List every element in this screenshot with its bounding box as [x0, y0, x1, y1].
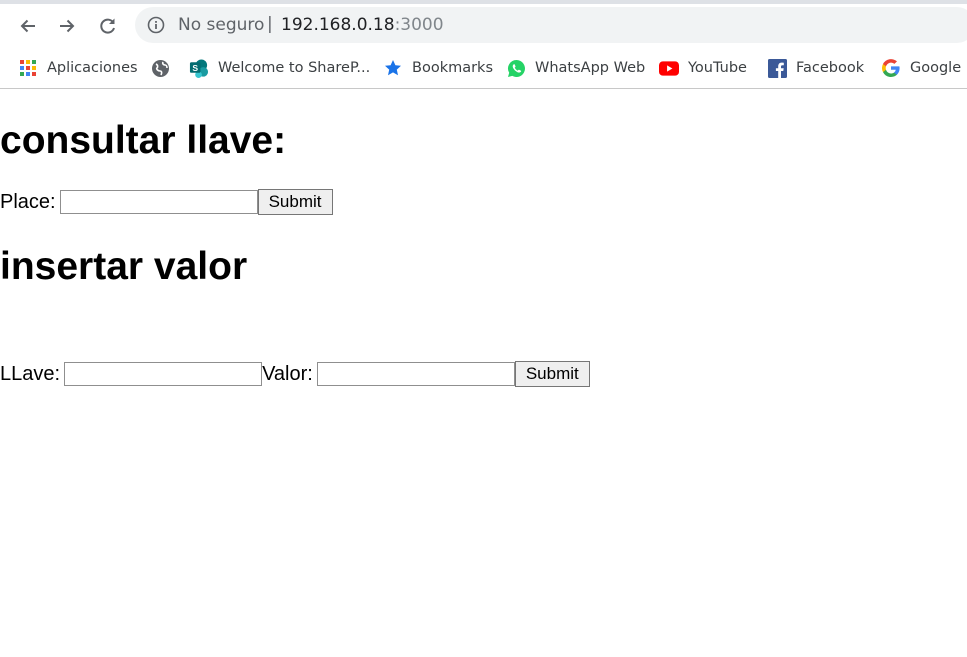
bookmark-globe[interactable]: [150, 56, 179, 80]
bookmarks-bar: Aplicaciones S Welcome to ShareP... Book…: [0, 48, 967, 89]
google-icon: [881, 58, 901, 78]
consult-form: Place: Submit: [0, 189, 333, 215]
url-text[interactable]: 192.168.0.18:3000: [281, 15, 444, 35]
address-separator: |: [267, 14, 273, 34]
apps-grid-icon: [18, 58, 38, 78]
consult-submit-button[interactable]: Submit: [257, 189, 333, 215]
bookmark-apps[interactable]: Aplicaciones: [18, 56, 138, 80]
globe-icon: [150, 58, 170, 78]
key-input[interactable]: [64, 362, 263, 386]
svg-text:S: S: [192, 62, 198, 72]
browser-toolbar: No seguro | 192.168.0.18:3000: [0, 4, 967, 48]
sharepoint-icon: S: [189, 58, 209, 78]
address-bar[interactable]: No seguro | 192.168.0.18:3000: [135, 7, 967, 43]
bookmark-youtube[interactable]: YouTube: [659, 56, 747, 80]
reload-button[interactable]: [95, 13, 121, 39]
key-label: LLave:: [0, 362, 61, 385]
facebook-icon: [767, 58, 787, 78]
place-input[interactable]: [59, 190, 258, 214]
insert-form: LLave: Valor: Submit: [0, 361, 590, 387]
bookmark-label: YouTube: [688, 60, 747, 76]
value-label: Valor:: [262, 362, 313, 385]
bookmark-sharepoint[interactable]: S Welcome to ShareP...: [189, 56, 370, 80]
back-button[interactable]: [15, 13, 41, 39]
bookmark-google[interactable]: Google: [881, 56, 961, 80]
place-label: Place:: [0, 190, 56, 213]
insert-heading: insertar valor: [0, 245, 248, 288]
whatsapp-icon: [506, 58, 526, 78]
bookmark-label: WhatsApp Web: [535, 60, 646, 76]
insert-submit-button[interactable]: Submit: [514, 361, 590, 387]
bookmark-whatsapp[interactable]: WhatsApp Web: [506, 56, 645, 80]
security-status[interactable]: No seguro: [178, 15, 264, 35]
bookmark-facebook[interactable]: Facebook: [767, 56, 864, 80]
url-host: 192.168.0.18: [281, 15, 395, 35]
consult-heading: consultar llave:: [0, 119, 287, 162]
value-input[interactable]: [316, 362, 515, 386]
reload-icon: [100, 18, 115, 34]
arrow-right-icon: [60, 19, 75, 33]
bookmark-label: Aplicaciones: [47, 60, 138, 76]
bookmark-label: Welcome to ShareP...: [218, 60, 371, 76]
arrow-left-icon: [20, 19, 35, 33]
forward-button[interactable]: [54, 13, 80, 39]
youtube-icon: [659, 58, 679, 78]
bookmark-bookmarks[interactable]: Bookmarks: [383, 56, 493, 80]
bookmark-label: Google: [910, 60, 962, 76]
bookmark-label: Facebook: [796, 60, 865, 76]
url-port: :3000: [394, 15, 444, 35]
info-icon[interactable]: [147, 16, 165, 34]
bookmark-label: Bookmarks: [412, 60, 494, 76]
star-icon: [383, 58, 403, 78]
